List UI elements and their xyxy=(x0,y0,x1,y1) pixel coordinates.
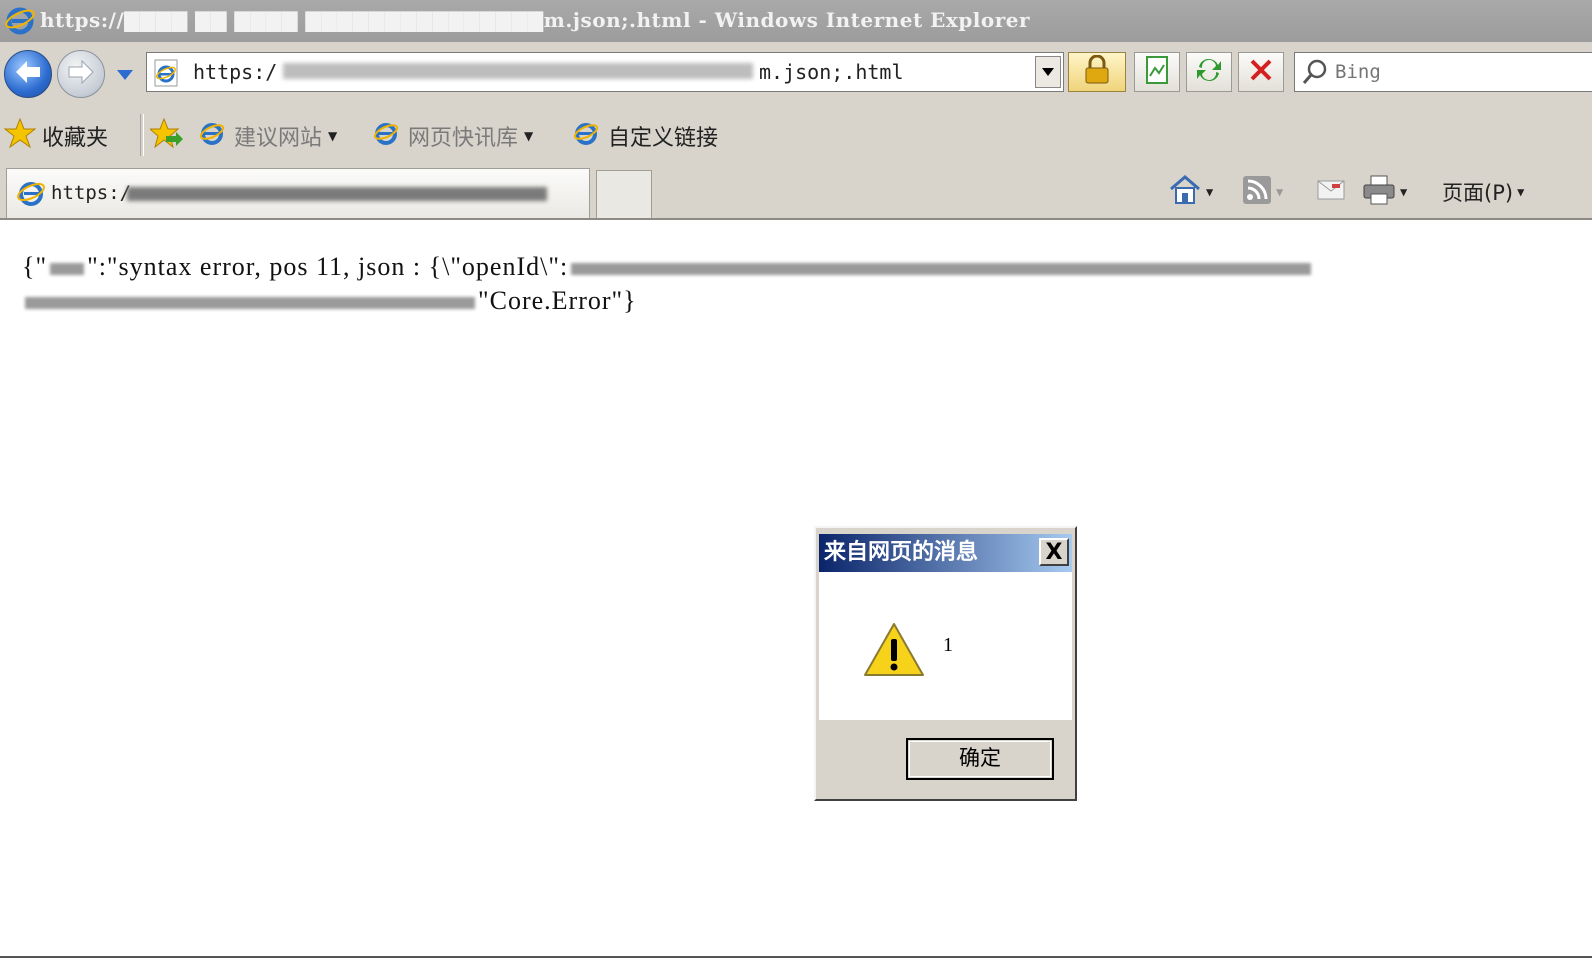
tab-title: https:/ xyxy=(51,182,132,204)
chevron-down-icon: ▼ xyxy=(1276,185,1284,199)
redacted-text xyxy=(571,263,1312,276)
json-text-end: "Core.Error"} xyxy=(478,286,637,315)
favorites-star-icon xyxy=(3,117,37,154)
mail-icon xyxy=(1316,178,1346,206)
home-button[interactable]: ▼ xyxy=(1168,172,1213,212)
redacted-tab-title xyxy=(127,187,547,201)
address-bar[interactable]: https:/ m.json;.html xyxy=(146,52,1064,92)
ok-button[interactable]: 确定 xyxy=(906,738,1054,780)
favorites-label: 收藏夹 xyxy=(42,126,109,151)
chevron-down-icon: ▼ xyxy=(1206,185,1214,199)
redacted-text xyxy=(50,263,85,276)
ie-page-icon xyxy=(198,118,228,154)
compatibility-view-button[interactable] xyxy=(1134,52,1180,92)
favorites-separator xyxy=(140,114,144,156)
favorite-label: 网页快讯库 xyxy=(408,126,519,151)
read-mail-button[interactable] xyxy=(1316,172,1346,212)
tab-current[interactable]: https:/ xyxy=(6,168,590,218)
redacted-text xyxy=(25,297,475,310)
refresh-icon xyxy=(1194,56,1224,88)
add-favorite-star-arrow-icon xyxy=(148,117,184,154)
back-arrow-icon xyxy=(13,58,43,90)
page-menu-button[interactable]: 页面(P) ▼ xyxy=(1442,172,1524,212)
add-to-favorites-bar-button[interactable] xyxy=(148,117,184,154)
dialog-title: 来自网页的消息 xyxy=(824,540,979,565)
feeds-button[interactable]: ▼ xyxy=(1242,172,1283,212)
json-text-start: {" xyxy=(22,252,48,281)
warning-icon xyxy=(863,622,925,682)
rss-feed-icon xyxy=(1242,175,1272,209)
address-dropdown-button[interactable] xyxy=(1035,56,1061,88)
favorites-bar: 收藏夹 建议网站 ▼ 网页快讯库 ▼ 自定义链接 xyxy=(0,108,1592,164)
content-bottom-border xyxy=(0,956,1592,958)
json-text-error: ":"syntax error, pos 11, json : {\"openI… xyxy=(87,252,569,281)
lock-icon xyxy=(1083,54,1111,89)
forward-arrow-icon xyxy=(66,58,96,90)
page-ie-icon xyxy=(153,59,181,91)
dialog-body: 1 xyxy=(819,572,1072,720)
back-button[interactable] xyxy=(4,50,52,98)
favorite-label: 建议网站 xyxy=(234,126,323,151)
refresh-button[interactable] xyxy=(1186,52,1232,92)
address-url-suffix: m.json;.html xyxy=(759,60,904,84)
tab-bar: https:/ ▼ ▼ ▼ 页面(P) ▼ xyxy=(0,164,1592,220)
redacted-url xyxy=(283,63,753,79)
stop-button[interactable] xyxy=(1238,52,1284,92)
print-button[interactable]: ▼ xyxy=(1362,172,1407,212)
favorites-button[interactable]: 收藏夹 xyxy=(3,117,109,154)
search-icon xyxy=(1301,58,1329,90)
stop-x-icon xyxy=(1249,58,1273,86)
new-tab-button[interactable] xyxy=(596,170,652,218)
favorite-customize-links[interactable]: 自定义链接 xyxy=(572,118,718,154)
printer-icon xyxy=(1362,174,1396,210)
window-title-bar[interactable]: https://▇▇▇▇ ▇▇ ▇▇▇▇ ▇▇▇▇▇▇▇▇▇▇▇▇▇▇▇m.js… xyxy=(0,0,1592,42)
ie-page-icon xyxy=(572,118,602,154)
search-input[interactable] xyxy=(1335,53,1585,91)
ie-logo-icon xyxy=(4,4,36,42)
chevron-down-icon: ▼ xyxy=(328,129,338,143)
navigation-bar: https:/ m.json;.html xyxy=(0,42,1592,108)
favorite-web-slice-gallery[interactable]: 网页快讯库 ▼ xyxy=(372,118,533,154)
json-response-line-2: "Core.Error"} xyxy=(22,286,637,316)
favorite-label: 自定义链接 xyxy=(608,126,719,151)
security-lock-button[interactable] xyxy=(1068,52,1126,92)
json-response-line-1: {" ":"syntax error, pos 11, json : {\"ope… xyxy=(22,252,1314,282)
alert-dialog: 来自网页的消息 X 1 确定 xyxy=(814,526,1077,801)
tab-ie-icon xyxy=(15,177,47,213)
page-menu-label: 页面(P) xyxy=(1442,181,1514,205)
chevron-down-icon: ▼ xyxy=(1400,185,1408,199)
page-content: {" ":"syntax error, pos 11, json : {\"ope… xyxy=(0,220,1592,956)
ie-page-icon xyxy=(372,118,402,154)
forward-button[interactable] xyxy=(57,50,105,98)
chevron-down-icon: ▼ xyxy=(524,129,534,143)
favorite-suggested-sites[interactable]: 建议网站 ▼ xyxy=(198,118,337,154)
compatibility-page-icon xyxy=(1144,56,1170,88)
home-icon xyxy=(1168,174,1202,210)
recent-pages-dropdown-icon[interactable] xyxy=(116,66,134,85)
dialog-close-button[interactable]: X xyxy=(1039,538,1069,566)
chevron-down-icon: ▼ xyxy=(1517,185,1525,199)
address-url-prefix: https:/ xyxy=(193,60,278,84)
dialog-title-bar[interactable]: 来自网页的消息 X xyxy=(819,534,1072,572)
search-box[interactable] xyxy=(1294,52,1592,92)
dialog-message: 1 xyxy=(943,634,953,656)
window-title: https://▇▇▇▇ ▇▇ ▇▇▇▇ ▇▇▇▇▇▇▇▇▇▇▇▇▇▇▇m.js… xyxy=(40,8,1031,32)
